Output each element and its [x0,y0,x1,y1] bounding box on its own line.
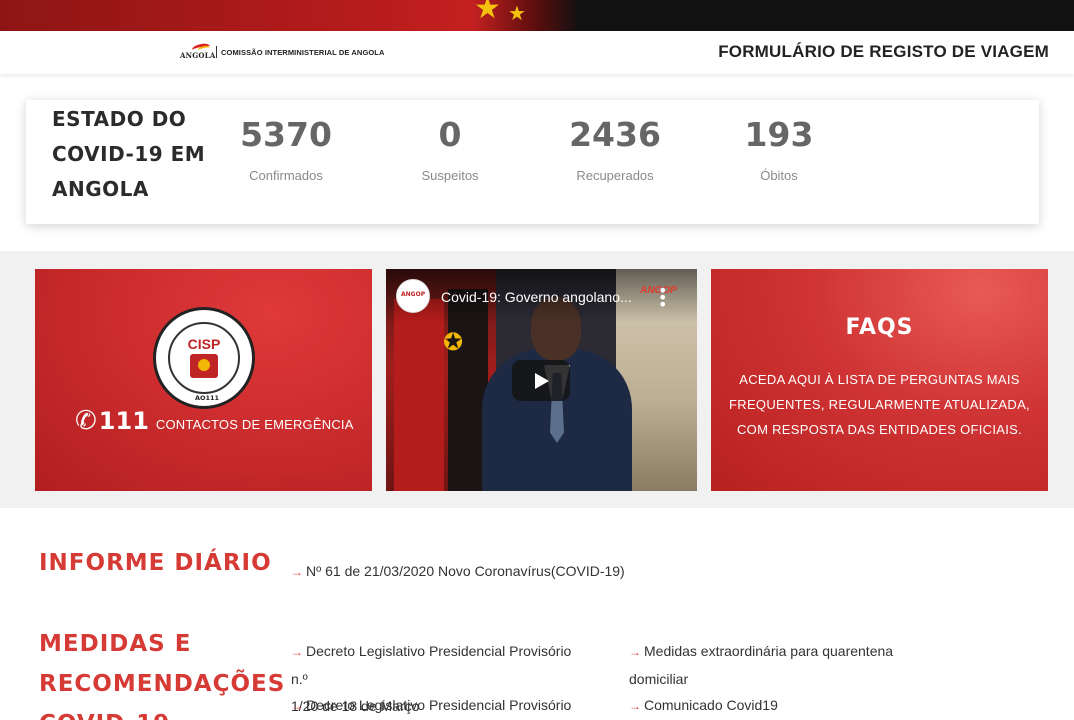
medidas-link[interactable]: → Comunicado Covid19 [629,692,929,720]
cisp-title: CISP [187,336,221,352]
cisp-badge-icon: CISP AO111 [153,307,255,409]
video-player[interactable]: ✪ Covid-19: Governo angolano... ANGOP ••… [386,269,697,491]
medidas-link[interactable]: → Decreto Legislativo Presidencial Provis… [291,692,591,720]
informe-link[interactable]: → Nº 61 de 21/03/2020 Novo Coronavírus(CO… [291,558,625,586]
stat-value: 193 [744,115,814,154]
covid-status-card: ESTADO DO COVID-19 EM ANGOLA 5370 Confir… [26,100,1039,224]
top-banner: ★ ★ [0,0,1074,31]
stat-value: 2436 [569,115,661,154]
stat-value: 0 [438,115,462,154]
medidas-link[interactable]: → Medidas extraordinária para quarentena … [629,638,929,693]
medidas-title-line1: MEDIDAS E [39,631,192,657]
medidas-title-line2: RECOMENDAÇÕES [39,671,286,697]
emergency-number: 111 [98,407,149,435]
stat-confirmed: 5370 Confirmados [211,114,361,183]
arrow-icon: → [629,699,641,713]
logo-text: COMISSÃO INTERMINISTERIAL DE ANGOLA [221,47,385,57]
star-icon: ★ [474,0,501,26]
cisp-brand: AO111 [194,394,220,402]
stat-label: Recuperados [576,168,654,183]
stat-label: Confirmados [249,168,323,183]
header: ANGOLA COMISSÃO INTERMINISTERIAL DE ANGO… [0,31,1074,74]
travel-form-link[interactable]: FORMULÁRIO DE REGISTO DE VIAGEM [718,42,1049,62]
stat-label: Suspeitos [421,168,479,183]
covid-status-heading: ESTADO DO COVID-19 EM ANGOLA [52,107,206,201]
emergency-contacts-panel[interactable]: CISP AO111 ✆ 111 CONTACTOS DE EMERGÊNCIA [35,269,372,491]
stat-suspected: 0 Suspeitos [375,114,525,183]
video-title[interactable]: Covid-19: Governo angolano... [441,289,651,305]
featured-panels: CISP AO111 ✆ 111 CONTACTOS DE EMERGÊNCIA… [0,251,1074,508]
stat-value: 5370 [240,115,332,154]
arrow-icon: → [291,645,303,659]
logo[interactable]: ANGOLA COMISSÃO INTERMINISTERIAL DE ANGO… [178,42,385,61]
faqs-panel[interactable]: FAQS ACEDA AQUI À LISTA DE PERGUNTAS MAI… [711,269,1048,491]
arrow-icon: → [629,645,641,659]
flag-emblem-icon: ✪ [442,328,464,356]
medidas-title-line3: COVID-19 [39,704,170,720]
arrow-icon: → [291,699,303,713]
stat-deaths: 193 Óbitos [704,114,854,183]
arrow-icon: → [291,565,303,579]
stat-recovered: 2436 Recuperados [540,114,690,183]
logo-divider [216,46,217,58]
kebab-icon[interactable]: • • • [658,283,667,313]
faqs-text: ACEDA AQUI À LISTA DE PERGUNTAS MAIS FRE… [729,372,1030,437]
play-icon[interactable] [512,360,570,401]
emergency-label: CONTACTOS DE EMERGÊNCIA [155,416,354,432]
stat-label: Óbitos [760,168,798,183]
cisp-emblem-icon [190,354,218,378]
phone-icon: ✆ [75,406,97,436]
faqs-title: FAQS [845,315,914,340]
angola-logo-icon: ANGOLA [178,42,215,61]
channel-avatar[interactable] [396,279,430,313]
star-icon: ★ [508,1,526,25]
emergency-line[interactable]: ✆ 111 CONTACTOS DE EMERGÊNCIA [75,407,354,435]
informe-title: INFORME DIÁRIO [39,550,272,576]
